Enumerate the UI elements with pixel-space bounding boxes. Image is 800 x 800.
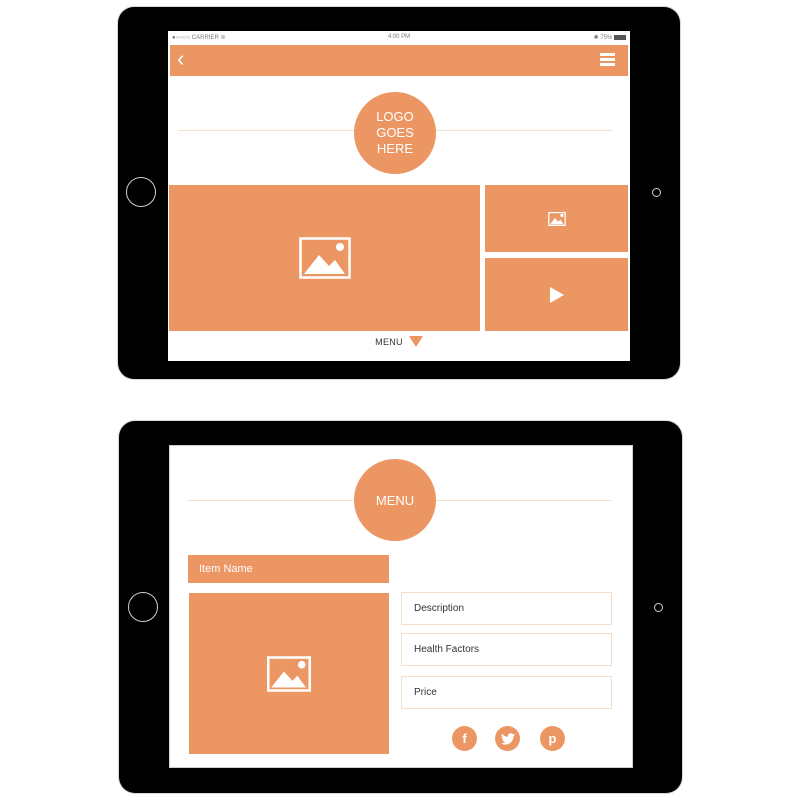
price-field[interactable]: Price: [401, 676, 612, 709]
pinterest-icon[interactable]: p: [540, 726, 565, 751]
chevron-left-icon[interactable]: ‹: [177, 48, 184, 70]
home-screen: ●○○○○ CARRIER ≋ 4:00 PM ✱ 75% ‹ LOGO GOE…: [168, 31, 630, 361]
home-button[interactable]: [128, 592, 158, 622]
hero-image-tile[interactable]: [169, 185, 480, 331]
battery-status: ✱ 75%: [594, 34, 626, 41]
video-tile[interactable]: [485, 258, 628, 331]
divider-line: [435, 500, 611, 501]
item-image[interactable]: [189, 593, 389, 754]
camera-icon: [654, 603, 663, 612]
image-icon: [547, 211, 566, 226]
triangle-down-icon: [408, 335, 423, 347]
menu-toggle[interactable]: MENU: [168, 335, 630, 347]
health-factors-field[interactable]: Health Factors: [401, 633, 612, 666]
play-icon: [549, 286, 564, 303]
menu-title-badge: MENU: [354, 459, 436, 541]
description-field[interactable]: Description: [401, 592, 612, 625]
status-time: 4:00 PM: [387, 34, 411, 40]
nav-bar: ‹: [170, 45, 628, 76]
battery-icon: [614, 34, 626, 40]
facebook-icon[interactable]: f: [452, 726, 477, 751]
tablet-frame-home: ●○○○○ CARRIER ≋ 4:00 PM ✱ 75% ‹ LOGO GOE…: [118, 7, 680, 379]
menu-title: MENU: [375, 492, 415, 508]
divider-line: [436, 130, 612, 131]
status-bar: ●○○○○ CARRIER ≋ 4:00 PM ✱ 75%: [168, 31, 630, 44]
home-button[interactable]: [126, 177, 156, 207]
menu-screen: MENU Item Name Description Health Factor…: [169, 445, 633, 768]
image-icon: [298, 237, 351, 279]
tablet-frame-menu: MENU Item Name Description Health Factor…: [119, 421, 682, 793]
twitter-bird-glyph: [500, 732, 515, 745]
camera-icon: [652, 188, 661, 197]
bluetooth-icon: ✱: [593, 35, 599, 41]
image-tile[interactable]: [485, 185, 628, 252]
image-icon: [267, 655, 311, 692]
logo-text: LOGO GOES HERE: [376, 109, 414, 156]
logo-placeholder: LOGO GOES HERE: [354, 92, 436, 174]
twitter-icon[interactable]: [495, 726, 520, 751]
hamburger-icon[interactable]: [600, 53, 615, 66]
divider-line: [178, 130, 354, 131]
menu-toggle-label: MENU: [375, 337, 403, 347]
item-name-bar: Item Name: [188, 555, 389, 583]
divider-line: [187, 500, 355, 501]
